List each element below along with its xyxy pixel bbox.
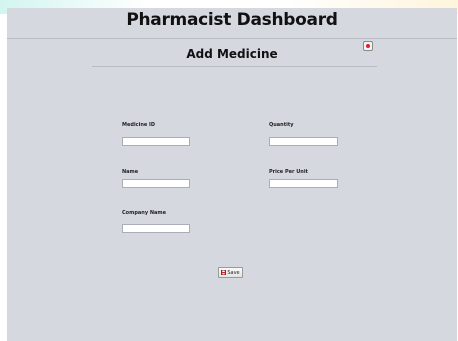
medicine-id-field[interactable] [122,137,190,146]
name-label: Name [122,169,139,175]
close-button[interactable] [363,41,373,51]
company-name-label: Company Name [122,210,166,216]
save-button-label: Save [227,269,240,276]
divider [7,38,457,39]
price-per-unit-label: Price Per Unit [269,169,308,175]
company-name-field[interactable] [122,224,190,233]
form-title: Add Medicine [186,47,278,61]
medicine-id-label: Medicine ID [122,122,156,128]
name-field[interactable] [122,179,190,188]
quantity-field[interactable] [269,137,338,146]
divider [92,66,377,67]
floppy-disk-icon [221,270,227,275]
page-title: Pharmacist Dashboard [126,10,338,30]
price-per-unit-field[interactable] [269,179,338,188]
close-icon [366,44,370,48]
dashboard-panel: Pharmacist Dashboard Add Medicine Medici… [7,8,457,341]
save-button[interactable]: Save [218,267,243,278]
app-window: Pharmacist Dashboard Add Medicine Medici… [0,0,458,341]
quantity-label: Quantity [269,122,294,128]
